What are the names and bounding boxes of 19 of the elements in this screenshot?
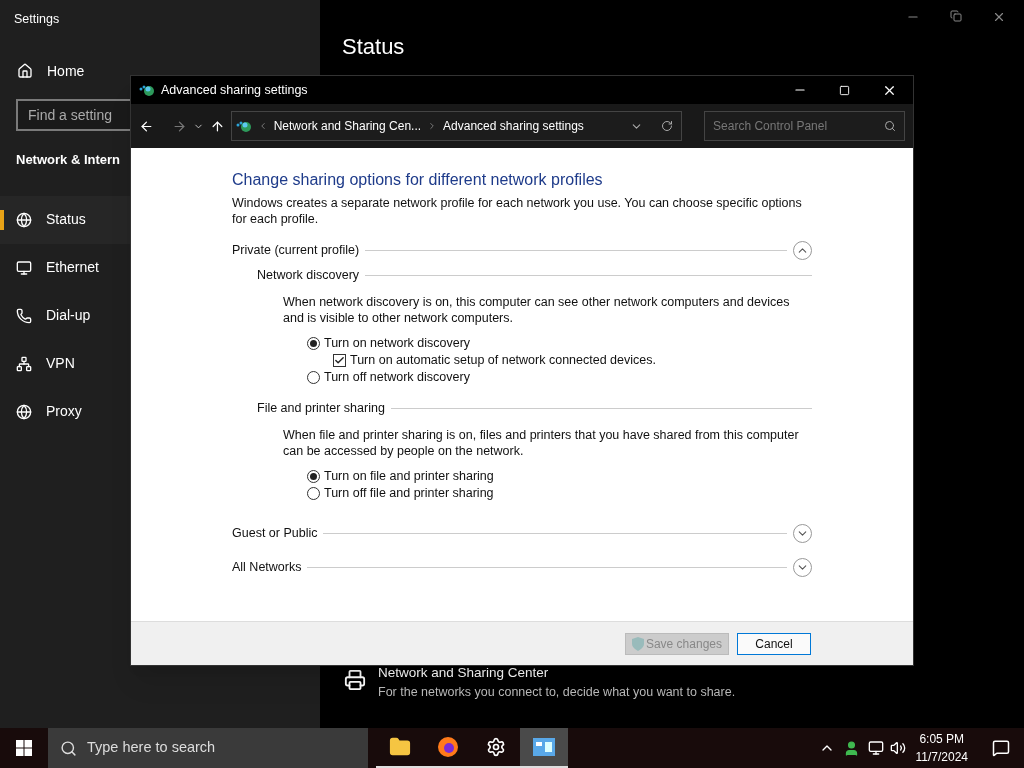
group-description: When network discovery is on, this computer can see other network computers and devices and is visible to other network computers.	[282, 294, 791, 326]
profile-title: Guest or Public	[232, 524, 318, 542]
group-title: Network discovery	[257, 266, 360, 284]
option-label: Turn off file and printer sharing	[324, 485, 494, 503]
profile-title: All Networks	[232, 558, 302, 576]
profile-title: Private (current profile)	[232, 241, 360, 259]
intro-text: Windows creates a separate network profile for each network you use. You can choose specific options for each profile.	[232, 195, 803, 227]
group-description: When file and printer sharing is on, files and printers that you have shared from this computer can be accessed by people on the network.	[282, 427, 800, 459]
page-title: Status	[341, 34, 406, 60]
group-title: File and printer sharing	[257, 399, 385, 417]
option-label: Turn off network discovery	[324, 369, 470, 387]
dialog-heading: Change sharing options for different network profiles	[232, 170, 604, 190]
option-label: Turn on network discovery	[324, 335, 471, 353]
window-title: Settings	[13, 11, 61, 28]
section-title: Network & Intern	[15, 151, 120, 169]
link-description: For the networks you connect to, decide what you want to share.	[378, 684, 736, 702]
option-label: Turn on automatic setup of network connected devices.	[350, 352, 656, 370]
option-label: Turn on file and printer sharing	[324, 468, 494, 486]
dialog-title: Advanced sharing settings	[161, 81, 309, 99]
